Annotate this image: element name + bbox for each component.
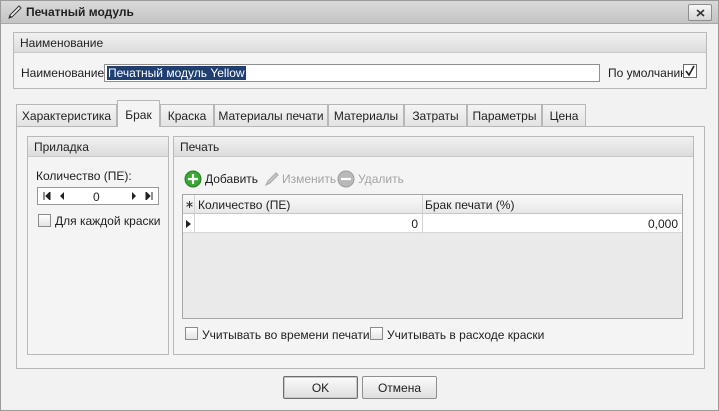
ink-checkbox[interactable] [370,327,383,340]
pen-icon [8,5,22,19]
tab-costs[interactable]: Затраты [404,104,467,126]
name-label: Наименование: [21,66,108,80]
ink-label: Учитывать в расходе краски [387,328,545,342]
tab-parameters[interactable]: Параметры [467,104,542,126]
edit-label: Изменить [282,172,337,186]
name-input-value: Печатный модуль Yellow [107,66,246,80]
cancel-button[interactable]: Отмена [362,376,437,399]
delete-label: Удалить [358,172,404,186]
table-row[interactable]: 0 0,000 [183,214,682,233]
ok-button[interactable]: OK [283,376,358,399]
pencil-icon [264,172,279,187]
makeready-group: Приладка Количество (ПЕ): Для каждой кра… [27,136,169,355]
tab-materials[interactable]: Материалы [328,104,404,126]
dialog-window: Печатный модуль Наименование Наименовани… [0,0,719,411]
grid-header: Количество (ПЕ) Брак печати (%) [183,195,682,214]
row-indicator [183,214,195,233]
close-button[interactable] [688,4,712,21]
tab-characteristics[interactable]: Характеристика [16,104,117,126]
prev-arrow-icon[interactable] [59,192,65,200]
next-arrow-icon[interactable] [131,192,137,200]
tab-print-materials[interactable]: Материалы печати [214,104,328,126]
cell-waste[interactable]: 0,000 [423,214,682,233]
default-label: По умолчанию [608,66,690,80]
time-checkbox[interactable] [185,327,198,340]
column-header-waste[interactable]: Брак печати (%) [423,195,682,214]
waste-grid[interactable]: Количество (ПЕ) Брак печати (%) 0 0,000 [182,194,683,319]
window-title: Печатный модуль [26,5,134,19]
tab-price[interactable]: Цена [542,104,586,126]
tab-waste[interactable]: Брак [117,100,160,127]
title-bar[interactable]: Печатный модуль [1,1,718,24]
first-arrow-icon[interactable] [43,192,51,200]
name-input[interactable]: Печатный модуль Yellow [104,64,600,82]
each-paint-checkbox[interactable] [38,214,51,227]
print-header: Печать [174,137,693,157]
each-paint-label: Для каждой краски [55,214,161,228]
close-icon [696,9,705,17]
add-icon [184,170,202,188]
last-arrow-icon[interactable] [145,192,153,200]
tab-paint[interactable]: Краска [160,104,214,126]
current-row-arrow-icon [186,220,191,228]
makeready-qty-spinner[interactable]: 0 [37,187,159,205]
column-header-qty[interactable]: Количество (ПЕ) [195,195,423,214]
grid-header-indicator [183,195,195,214]
makeready-header: Приладка [28,137,168,157]
cell-qty[interactable]: 0 [195,214,423,233]
add-label: Добавить [205,172,259,186]
asterisk-icon [186,201,193,208]
name-group-header: Наименование [14,33,706,53]
checkmark-icon [685,65,695,77]
time-label: Учитывать во времени печати [202,328,370,342]
default-checkbox[interactable] [683,64,697,78]
makeready-qty-label: Количество (ПЕ): [36,169,132,183]
makeready-qty-value: 0 [93,190,100,204]
delete-icon [337,170,355,188]
